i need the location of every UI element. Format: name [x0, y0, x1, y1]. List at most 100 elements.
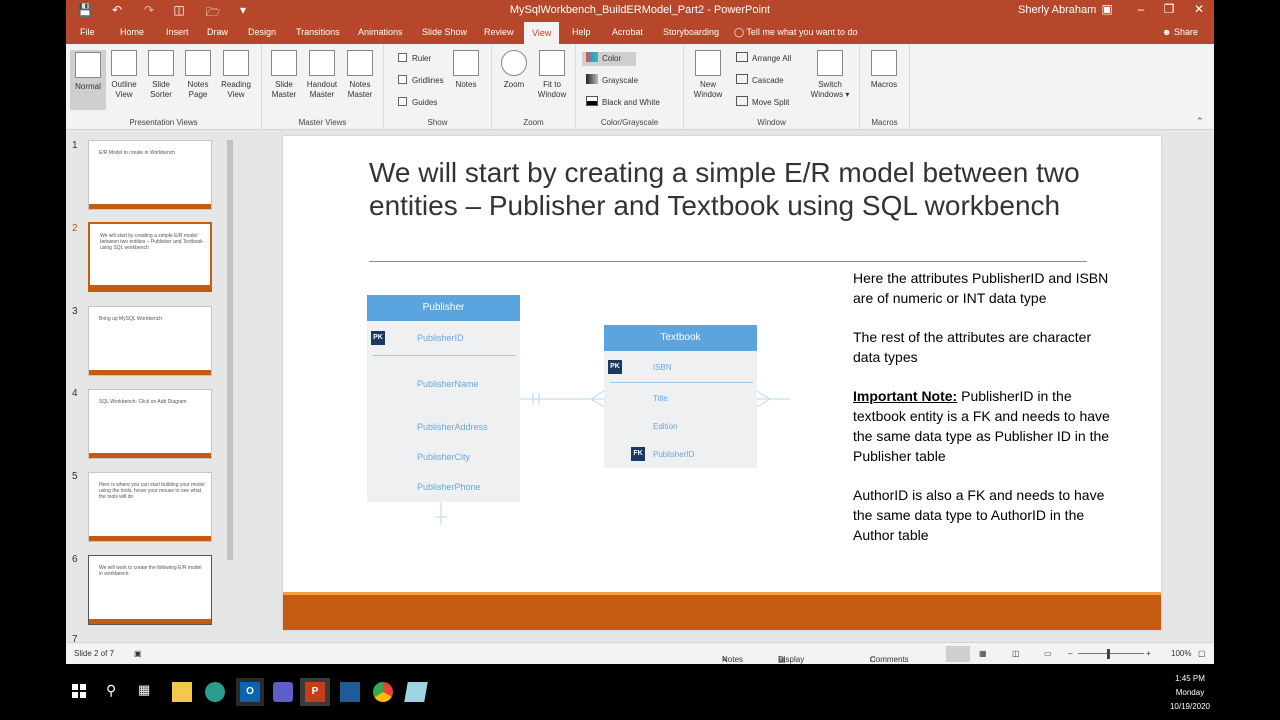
share-button[interactable]: ☻ Share	[1162, 27, 1198, 37]
user-name[interactable]: Sherly Abraham	[1018, 4, 1096, 16]
slide-body-text[interactable]: Here the attributes PublisherID and ISBN…	[853, 268, 1113, 564]
minimize-icon[interactable]: –	[1130, 2, 1152, 16]
guides-checkbox[interactable]: Guides	[398, 96, 437, 110]
zoom-percent[interactable]: 100%	[1171, 649, 1191, 658]
tab-slide-show[interactable]: Slide Show	[422, 27, 467, 37]
ribbon-display-options-icon[interactable]: ▣	[1096, 2, 1118, 16]
cascade-button[interactable]: Cascade	[736, 74, 784, 88]
tab-design[interactable]: Design	[248, 27, 276, 37]
system-clock[interactable]: 1:45 PM Monday 10/19/2020	[1170, 672, 1210, 714]
ribbon: Normal Outline View Slide Sorter Notes P…	[66, 44, 1214, 130]
zoom-button[interactable]: Zoom	[496, 50, 532, 90]
tab-animations[interactable]: Animations	[358, 27, 403, 37]
black-and-white-button[interactable]: Black and White	[586, 96, 660, 110]
group-presentation-views: Normal Outline View Slide Sorter Notes P…	[66, 44, 262, 130]
chrome-icon[interactable]	[373, 682, 393, 702]
outlook-taskbar-button[interactable]: O	[236, 678, 264, 706]
normal-view-status-button[interactable]	[946, 646, 970, 662]
outline-view-button[interactable]: Outline View	[106, 50, 142, 100]
slide-thumbnail-1[interactable]: E/R Model to create in Workbench	[88, 140, 212, 210]
switch-windows-button[interactable]: Switch Windows ▾	[808, 50, 852, 100]
slide-sorter-status-icon[interactable]: ▦	[979, 649, 987, 658]
grayscale-label: Grayscale	[602, 76, 639, 85]
maximize-icon[interactable]: ❐	[1158, 2, 1180, 16]
scrollbar-thumb[interactable]	[227, 140, 233, 560]
zoom-slider-thumb[interactable]	[1107, 649, 1110, 659]
ruler-checkbox[interactable]: Ruler	[398, 52, 431, 66]
group-window: New Window Arrange All Cascade Move Spli…	[684, 44, 860, 130]
slide-sorter-label: Slide Sorter	[150, 80, 172, 99]
zoom-in-icon[interactable]: +	[1146, 649, 1151, 658]
reading-view-button[interactable]: Reading View	[218, 50, 254, 100]
windows-start-icon[interactable]	[72, 684, 86, 698]
arrange-all-button[interactable]: Arrange All	[736, 52, 791, 66]
notes-master-button[interactable]: Notes Master	[342, 50, 378, 100]
zoom-slider[interactable]	[1078, 653, 1144, 654]
slide-master-button[interactable]: Slide Master	[266, 50, 302, 100]
tab-help[interactable]: Help	[572, 27, 591, 37]
mysql-workbench-icon[interactable]	[340, 682, 360, 702]
group-master-views: Slide Master Handout Master Notes Master…	[262, 44, 384, 130]
thumbnail-bar	[89, 536, 211, 541]
task-view-icon[interactable]: ▦	[138, 682, 158, 702]
reading-view-status-icon[interactable]: ◫	[1012, 649, 1020, 658]
tab-draw[interactable]: Draw	[207, 27, 228, 37]
powerpoint-taskbar-button[interactable]: P	[300, 678, 330, 706]
thumbnail-number: 3	[72, 306, 78, 317]
guides-check[interactable]	[398, 97, 407, 106]
normal-view-button[interactable]: Normal	[70, 50, 106, 110]
color-button[interactable]: Color	[582, 52, 636, 66]
notepad-icon[interactable]	[404, 682, 428, 702]
body-paragraph: The rest of the attributes are character…	[853, 329, 1092, 365]
gridlines-check[interactable]	[398, 75, 407, 84]
tab-view[interactable]: View	[524, 22, 560, 44]
spelling-check-icon[interactable]: ▣	[134, 649, 142, 658]
search-icon[interactable]: ⚲	[106, 682, 126, 702]
fit-slide-icon[interactable]: ▢	[1198, 649, 1206, 658]
outline-view-label: Outline View	[111, 80, 137, 99]
outline-view-icon	[111, 50, 137, 76]
file-explorer-icon[interactable]	[172, 682, 192, 702]
macros-button[interactable]: Macros	[866, 50, 902, 90]
slide-canvas[interactable]: We will start by creating a simple E/R m…	[283, 136, 1161, 630]
slide-counter[interactable]: Slide 2 of 7	[74, 649, 114, 658]
gridlines-checkbox[interactable]: Gridlines	[398, 74, 444, 88]
thumbnail-scrollbar[interactable]	[225, 130, 235, 642]
tab-storyboarding[interactable]: Storyboarding	[663, 27, 719, 37]
switch-windows-icon	[817, 50, 843, 76]
slide-title[interactable]: We will start by creating a simple E/R m…	[369, 156, 1089, 222]
slide-thumbnail-6[interactable]: We will work to create the following E/R…	[88, 555, 212, 625]
tab-review[interactable]: Review	[484, 27, 514, 37]
close-icon[interactable]: ✕	[1188, 2, 1210, 16]
tab-acrobat[interactable]: Acrobat	[612, 27, 643, 37]
notes-toggle-button[interactable]: Notes	[448, 50, 484, 90]
collapse-ribbon-icon[interactable]: ⌃	[1196, 116, 1204, 127]
title-divider	[369, 261, 1087, 262]
tab-transitions[interactable]: Transitions	[296, 27, 340, 37]
move-split-button[interactable]: Move Split	[736, 96, 789, 110]
fit-to-window-button[interactable]: Fit to Window	[534, 50, 570, 100]
tab-insert[interactable]: Insert	[166, 27, 189, 37]
ruler-check[interactable]	[398, 53, 407, 62]
slide-thumbnail-4[interactable]: SQL Workbench- Click on Add Diagram	[88, 389, 212, 459]
slide-sorter-button[interactable]: Slide Sorter	[143, 50, 179, 100]
tab-home[interactable]: Home	[120, 27, 144, 37]
textbook-entity[interactable]: Textbook PK ISBN Title Edition FK Publis…	[604, 325, 757, 468]
entity-attribute: PublisherAddress	[417, 422, 488, 432]
thumbnail-number: 1	[72, 140, 78, 151]
slide-thumbnail-5[interactable]: Here is where you can start building you…	[88, 472, 212, 542]
handout-master-button[interactable]: Handout Master	[304, 50, 340, 100]
slide-thumbnail-2[interactable]: We will start by creating a simple E/R m…	[88, 222, 212, 292]
new-window-button[interactable]: New Window	[690, 50, 726, 100]
grayscale-button[interactable]: Grayscale	[586, 74, 638, 88]
teams-icon[interactable]	[273, 682, 293, 702]
publisher-entity[interactable]: Publisher PK PublisherID PublisherName P…	[367, 295, 520, 502]
slide-show-status-icon[interactable]: ▭	[1044, 649, 1052, 658]
snipping-tool-icon[interactable]	[205, 682, 225, 702]
slide-thumbnail-3[interactable]: Bring up MySQL Workbench	[88, 306, 212, 376]
tell-me-search[interactable]: ◯ Tell me what you want to do	[734, 27, 857, 38]
tab-file[interactable]: File	[80, 27, 95, 37]
notes-page-button[interactable]: Notes Page	[180, 50, 216, 100]
zoom-out-icon[interactable]: –	[1068, 649, 1072, 658]
macros-label: Macros	[870, 80, 898, 89]
